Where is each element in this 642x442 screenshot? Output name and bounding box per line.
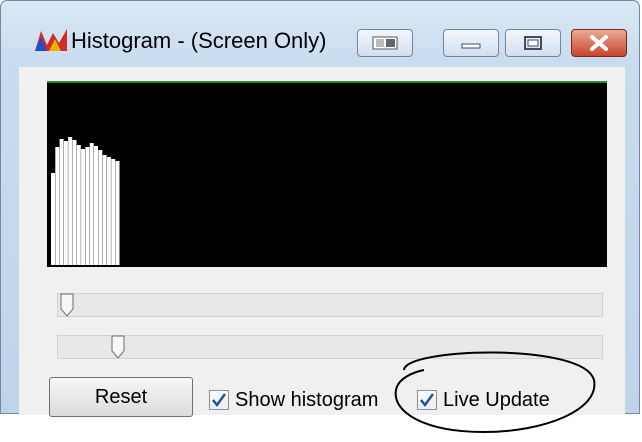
checkmark-icon (212, 393, 227, 408)
reset-button[interactable]: Reset (49, 377, 193, 417)
live-update-checkbox[interactable] (417, 390, 437, 410)
histogram-bar (72, 140, 77, 265)
minimize-button[interactable] (443, 29, 499, 57)
minimize-icon (461, 43, 481, 49)
histogram-bar (102, 155, 107, 265)
maximize-button[interactable] (505, 29, 561, 57)
histogram-bar (106, 157, 111, 265)
show-histogram-option[interactable]: Show histogram (209, 385, 378, 415)
window-extra-button[interactable] (357, 29, 413, 57)
histogram-bar (115, 161, 120, 265)
histogram-canvas (47, 81, 607, 267)
histogram-panel: Reset Show histogram Live Update (19, 67, 625, 417)
show-histogram-label: Show histogram (235, 388, 379, 411)
histogram-plot (51, 137, 120, 265)
histogram-bar (76, 145, 81, 265)
maximize-icon (524, 36, 542, 50)
histogram-bar (51, 173, 55, 265)
high-level-slider[interactable] (57, 335, 603, 359)
checkmark-icon (420, 393, 435, 408)
close-button[interactable] (571, 29, 627, 57)
histogram-bar (98, 150, 103, 265)
histogram-bar (85, 147, 90, 265)
histogram-window: Histogram - (Screen Only) Reset Show his… (0, 0, 640, 417)
histogram-bar (89, 143, 94, 265)
window-title: Histogram - (Screen Only) (71, 28, 327, 53)
histogram-bar (55, 147, 60, 265)
live-update-label: Live Update (443, 388, 550, 411)
show-histogram-checkbox[interactable] (209, 390, 229, 410)
live-update-option[interactable]: Live Update (417, 385, 550, 415)
histogram-bar (94, 146, 98, 265)
histogram-bar (63, 141, 68, 265)
window-extra-icon (372, 36, 398, 50)
low-level-slider-thumb[interactable] (60, 293, 74, 317)
histogram-bar (59, 139, 64, 265)
histogram-bar (68, 137, 73, 265)
close-icon (590, 35, 608, 51)
high-level-slider-thumb[interactable] (111, 335, 125, 359)
histogram-bar (81, 149, 86, 265)
histogram-bar (111, 159, 116, 265)
low-level-slider[interactable] (57, 293, 603, 317)
histogram-app-icon (35, 29, 67, 51)
